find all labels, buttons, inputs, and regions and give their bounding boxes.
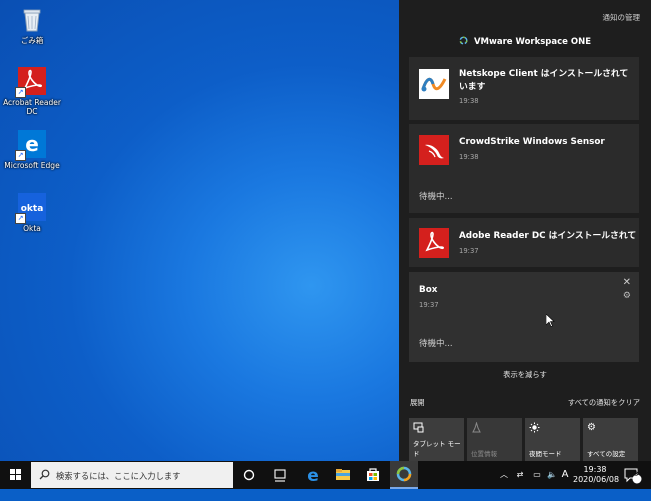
dismiss-close-icon[interactable]: ✕ <box>623 277 631 288</box>
shortcut-arrow-icon: ↗ <box>15 150 26 161</box>
notification-title: Box <box>419 285 438 295</box>
taskbar-explorer-button[interactable] <box>330 461 356 489</box>
notification-time: 19:38 <box>459 97 479 105</box>
speaker-muted-icon[interactable]: 🔈 <box>545 461 559 489</box>
notification-card-netskope[interactable]: Netskope Client はインストールされています 19:38 <box>409 57 639 120</box>
taskbar-search-box[interactable]: 検索するには、ここに入力します <box>31 462 233 488</box>
svg-text:e: e <box>25 132 39 156</box>
taskbar-store-button[interactable] <box>360 461 386 489</box>
notification-card-crowdstrike[interactable]: CrowdStrike Windows Sensor 19:38 待機中... <box>409 124 639 213</box>
notification-title: Adobe Reader DC はインストールされてい <box>459 231 637 241</box>
svg-text:e: e <box>307 466 319 486</box>
file-explorer-icon <box>336 469 350 480</box>
desktop-icon-acrobat-reader[interactable]: ↗ Acrobat Reader DC <box>0 66 64 116</box>
action-center: 通知の管理 VMware Workspace ONE Netskope Clie… <box>399 0 651 461</box>
edge-icon: e ↗ <box>15 129 47 161</box>
action-center-button[interactable]: 3 <box>620 461 644 489</box>
desktop-icon-label: Acrobat Reader DC <box>3 98 61 116</box>
desktop: ごみ箱 ↗ Acrobat Reader DC e ↗ Microsoft Ed… <box>0 0 399 461</box>
quick-action-all-settings[interactable]: ⚙ すべての設定 <box>583 418 638 461</box>
expand-quick-actions-link[interactable]: 展開 <box>410 398 425 408</box>
notification-status: 待機中... <box>419 339 453 349</box>
recycle-bin-icon <box>17 4 47 34</box>
manage-notifications-link[interactable]: 通知の管理 <box>603 12 641 23</box>
cortana-button[interactable] <box>238 461 260 489</box>
quick-action-night-light[interactable]: 夜間モード <box>525 418 580 461</box>
notification-title: Netskope Client はインストールされています <box>459 69 629 92</box>
workspace-one-icon <box>396 466 412 482</box>
desktop-icon-label: Microsoft Edge <box>4 161 60 170</box>
tablet-mode-icon <box>413 422 424 433</box>
taskbar: 検索するには、ここに入力します e ︿ ⇄ ▭ 🔈 A 19:38 2020/0… <box>0 461 651 489</box>
crowdstrike-icon <box>419 135 449 165</box>
quick-action-label: 位置情報 <box>471 450 497 458</box>
ime-indicator[interactable]: A <box>559 461 571 489</box>
desktop-icon-label: Okta <box>23 224 41 233</box>
notification-count-badge: 3 <box>634 470 639 478</box>
shortcut-arrow-icon: ↗ <box>15 213 26 224</box>
settings-gear-icon: ⚙ <box>587 422 596 433</box>
cortana-circle-icon <box>243 469 255 481</box>
clear-all-notifications-link[interactable]: すべての通知をクリア <box>568 398 640 408</box>
clock-time: 19:38 <box>583 465 607 474</box>
location-icon <box>471 421 482 433</box>
adobe-reader-icon <box>419 228 449 258</box>
taskbar-edge-button[interactable]: e <box>300 461 326 489</box>
night-light-icon <box>529 422 540 433</box>
desktop-icon-recycle-bin[interactable]: ごみ箱 <box>0 4 64 45</box>
taskbar-workspace-one-button[interactable] <box>390 461 418 489</box>
quick-action-location[interactable]: 位置情報 <box>467 418 522 461</box>
show-less-link[interactable]: 表示を減らす <box>399 370 651 380</box>
notification-settings-gear-icon[interactable]: ⚙ <box>623 291 631 301</box>
notification-bubble-icon <box>624 468 642 484</box>
search-placeholder: 検索するには、ここに入力します <box>56 471 181 481</box>
okta-icon: okta ↗ <box>15 192 47 224</box>
show-hidden-icons-chevron-icon[interactable]: ︿ <box>498 461 510 489</box>
clock-date: 2020/06/08 <box>573 475 620 484</box>
notification-time: 19:37 <box>459 247 479 255</box>
store-bag-icon <box>367 468 379 481</box>
search-icon <box>39 469 50 480</box>
notification-card-adobe-reader[interactable]: Adobe Reader DC はインストールされてい 19:37 <box>409 218 639 267</box>
desktop-icon-microsoft-edge[interactable]: e ↗ Microsoft Edge <box>0 129 64 170</box>
notification-time: 19:38 <box>459 153 479 161</box>
notification-time: 19:37 <box>419 301 439 309</box>
netskope-icon <box>419 69 449 99</box>
notification-card-box[interactable]: Box 19:37 ✕ ⚙ 待機中... <box>409 272 639 362</box>
desktop-icon-label: ごみ箱 <box>20 36 44 45</box>
mouse-cursor-icon <box>545 313 555 330</box>
desktop-icon-okta[interactable]: okta ↗ Okta <box>0 192 64 233</box>
quick-action-label: 夜間モード <box>529 450 562 458</box>
workspace-one-icon <box>459 36 468 45</box>
start-button[interactable] <box>0 461 31 489</box>
network-icon[interactable]: ⇄ <box>514 461 526 489</box>
edge-icon: e <box>307 466 319 486</box>
task-view-icon <box>274 469 286 482</box>
shortcut-arrow-icon: ↗ <box>15 87 26 98</box>
adobe-acrobat-icon: ↗ <box>15 66 47 98</box>
notification-status: 待機中... <box>419 192 453 202</box>
clock[interactable]: 19:38 2020/06/08 <box>573 461 620 489</box>
quick-action-tablet-mode[interactable]: タブレット モード <box>409 418 464 461</box>
notification-title: CrowdStrike Windows Sensor <box>459 137 605 147</box>
quick-action-label: タブレット モード <box>413 440 461 458</box>
task-view-button[interactable] <box>268 461 292 489</box>
windows-logo-icon <box>10 469 21 480</box>
battery-icon[interactable]: ▭ <box>530 461 544 489</box>
notification-group-title: VMware Workspace ONE <box>473 37 592 47</box>
notification-group-header: VMware Workspace ONE <box>399 36 651 47</box>
quick-action-label: すべての設定 <box>587 450 626 458</box>
